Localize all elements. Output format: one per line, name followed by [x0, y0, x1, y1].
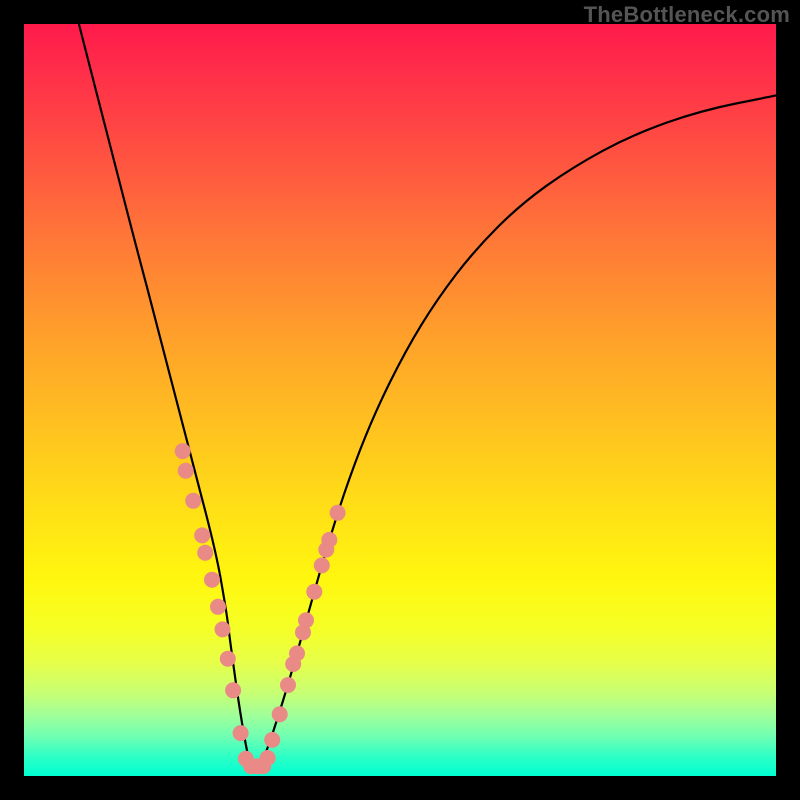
marker-dot	[225, 682, 241, 698]
marker-dot	[233, 725, 249, 741]
curve-svg	[24, 24, 776, 776]
marker-dot	[264, 732, 280, 748]
marker-dot	[314, 557, 330, 573]
marker-dot	[321, 532, 337, 548]
marker-dot	[210, 599, 226, 615]
marker-dot	[260, 750, 276, 766]
marker-dot	[330, 505, 346, 521]
marker-dot	[178, 463, 194, 479]
marker-dot	[220, 651, 236, 667]
marker-dot	[272, 706, 288, 722]
bottleneck-curve	[79, 24, 776, 769]
marker-dot	[197, 545, 213, 561]
marker-dot	[215, 621, 231, 637]
marker-dot	[306, 584, 322, 600]
plot-area	[24, 24, 776, 776]
marker-dot	[185, 493, 201, 509]
marker-dot	[204, 572, 220, 588]
marker-dot	[280, 677, 296, 693]
marker-dot	[298, 612, 314, 628]
marker-dot	[289, 645, 305, 661]
marker-dot	[175, 443, 191, 459]
chart-frame: TheBottleneck.com	[0, 0, 800, 800]
marker-dot	[194, 527, 210, 543]
